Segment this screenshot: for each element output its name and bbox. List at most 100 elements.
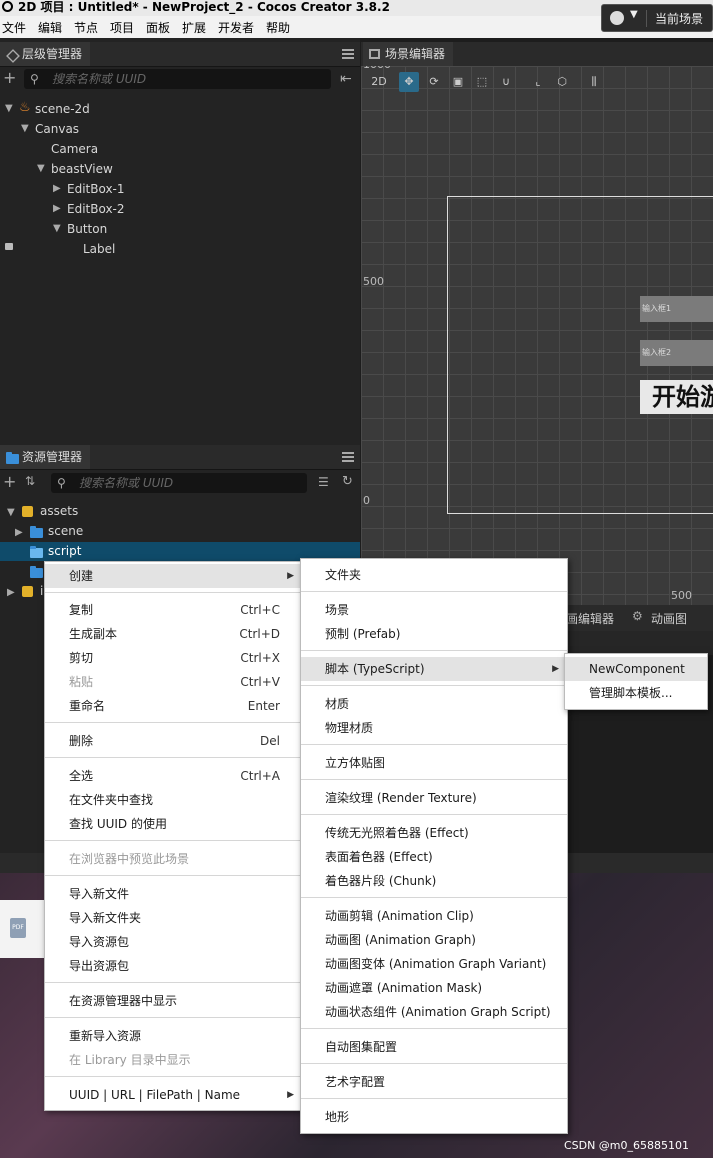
menu-node[interactable]: 节点 xyxy=(74,19,98,36)
menu-item-new-component[interactable]: NewComponent xyxy=(565,657,707,681)
tree-node-editbox2[interactable]: EditBox-2 xyxy=(67,202,125,216)
magnet-icon[interactable]: ∪ xyxy=(496,72,516,92)
rect-tool-icon[interactable]: ⬚ xyxy=(472,72,492,92)
tab-animation-editor[interactable]: 画编辑器 xyxy=(566,610,614,627)
menu-developer[interactable]: 开发者 xyxy=(218,19,254,36)
folder-icon xyxy=(6,452,19,464)
menu-item-prefab[interactable]: 预制 (Prefab) xyxy=(301,622,567,646)
menu-item-material[interactable]: 材质 xyxy=(301,692,567,716)
menu-panel[interactable]: 面板 xyxy=(146,19,170,36)
tree-node-editbox1[interactable]: EditBox-1 xyxy=(67,182,125,196)
tab-assets[interactable]: 资源管理器 xyxy=(0,445,91,469)
menu-item-typescript[interactable]: 脚本 (TypeScript) ▶ xyxy=(301,657,567,681)
expand-arrow-icon[interactable]: ▼ xyxy=(21,123,29,134)
tree-node-canvas[interactable]: Canvas xyxy=(35,122,79,136)
menu-item-import-folder[interactable]: 导入新文件夹 xyxy=(45,906,302,930)
assets-search-input[interactable]: ⚲ 搜索名称或 UUID xyxy=(51,473,307,493)
expand-arrow-icon[interactable]: ▼ xyxy=(37,163,45,174)
tree-item-scene[interactable]: scene xyxy=(48,524,83,538)
menu-item-delete[interactable]: 删除 Del xyxy=(45,729,302,753)
menu-item-animation-graph-script[interactable]: 动画状态组件 (Animation Graph Script) xyxy=(301,1000,567,1024)
menu-item-reimport[interactable]: 重新导入资源 xyxy=(45,1024,302,1048)
editbox-1-preview[interactable]: 输入框1 xyxy=(640,296,713,322)
hierarchy-search-input[interactable]: ⚲ 搜索名称或 UUID xyxy=(24,69,331,89)
move-tool-icon[interactable]: ✥ xyxy=(399,72,419,92)
menu-item-duplicate[interactable]: 生成副本 Ctrl+D xyxy=(45,622,302,646)
tree-item-assets[interactable]: assets xyxy=(40,504,78,518)
collapse-arrow-icon[interactable]: ▶ xyxy=(53,183,61,194)
2d-toggle-button[interactable]: 2D xyxy=(368,72,390,92)
current-scene-button[interactable]: ▼ 当前场景 xyxy=(601,4,713,32)
menu-item-import-file[interactable]: 导入新文件 xyxy=(45,882,302,906)
collapse-arrow-icon[interactable]: ▶ xyxy=(15,527,23,538)
menu-item-export-package[interactable]: 导出资源包 xyxy=(45,954,302,978)
cube-icon[interactable]: ⬡ xyxy=(552,72,572,92)
menu-item-animation-clip[interactable]: 动画剪辑 (Animation Clip) xyxy=(301,904,567,928)
menu-item-chunk[interactable]: 着色器片段 (Chunk) xyxy=(301,869,567,893)
menu-item-animation-mask[interactable]: 动画遮罩 (Animation Mask) xyxy=(301,976,567,1000)
menu-item-copy[interactable]: 复制 Ctrl+C xyxy=(45,598,302,622)
menu-project[interactable]: 项目 xyxy=(110,19,134,36)
menu-item-manage-templates[interactable]: 管理脚本模板... xyxy=(565,681,707,705)
pivot-icon[interactable]: ⌞ xyxy=(528,72,548,92)
menu-item-rename[interactable]: 重命名 Enter xyxy=(45,694,302,718)
menu-item-unlit-effect[interactable]: 传统无光照着色器 (Effect) xyxy=(301,821,567,845)
start-button-preview[interactable]: 开始游 xyxy=(640,380,713,414)
menu-extension[interactable]: 扩展 xyxy=(182,19,206,36)
menu-item-cubemap[interactable]: 立方体贴图 xyxy=(301,751,567,775)
menu-item-reveal-in-explorer[interactable]: 在资源管理器中显示 xyxy=(45,989,302,1013)
menu-item-select-all[interactable]: 全选 Ctrl+A xyxy=(45,764,302,788)
menu-item-show-in-library[interactable]: 在 Library 目录中显示 xyxy=(45,1048,302,1072)
hierarchy-menu-icon[interactable] xyxy=(342,49,354,59)
sort-icon[interactable]: ⇅ xyxy=(25,474,35,488)
tab-scene-editor[interactable]: 场景编辑器 xyxy=(363,42,454,66)
menu-item-paste[interactable]: 粘贴 Ctrl+V xyxy=(45,670,302,694)
expand-arrow-icon[interactable]: ▼ xyxy=(7,507,15,518)
menu-item-terrain[interactable]: 地形 xyxy=(301,1105,567,1129)
menu-item-animation-graph-variant[interactable]: 动画图变体 (Animation Graph Variant) xyxy=(301,952,567,976)
lock-icon[interactable] xyxy=(5,243,13,250)
tree-item-script[interactable]: script xyxy=(48,544,81,558)
menu-file[interactable]: 文件 xyxy=(2,19,26,36)
refresh-icon[interactable]: ↻ xyxy=(342,474,353,489)
filter-icon[interactable]: ☰ xyxy=(318,475,329,489)
expand-arrow-icon[interactable]: ▼ xyxy=(5,103,13,114)
menu-item-folder[interactable]: 文件夹 xyxy=(301,563,567,587)
menu-item-copy-path[interactable]: UUID | URL | FilePath | Name ▶ xyxy=(45,1083,302,1107)
menu-item-preview-scene[interactable]: 在浏览器中预览此场景 xyxy=(45,847,302,871)
menu-item-import-package[interactable]: 导入资源包 xyxy=(45,930,302,954)
menu-edit[interactable]: 编辑 xyxy=(38,19,62,36)
add-node-icon[interactable]: + xyxy=(3,68,16,87)
align-icon[interactable]: ⫼ xyxy=(584,72,604,92)
menu-item-find-uuid[interactable]: 查找 UUID 的使用 xyxy=(45,812,302,836)
expand-arrow-icon[interactable]: ▼ xyxy=(53,223,61,234)
collapse-all-icon[interactable]: ⇤ xyxy=(340,71,352,87)
assets-menu-icon[interactable] xyxy=(342,452,354,462)
menu-item-scene[interactable]: 场景 xyxy=(301,598,567,622)
tree-node-scene[interactable]: scene-2d xyxy=(35,102,90,116)
tab-animation-graph[interactable]: 动画图 xyxy=(651,610,687,627)
menu-item-cut[interactable]: 剪切 Ctrl+X xyxy=(45,646,302,670)
rotate-tool-icon[interactable]: ⟳ xyxy=(424,72,444,92)
scale-tool-icon[interactable]: ▣ xyxy=(448,72,468,92)
add-asset-icon[interactable]: + xyxy=(3,472,16,491)
menu-item-animation-graph[interactable]: 动画图 (Animation Graph) xyxy=(301,928,567,952)
tree-node-camera[interactable]: Camera xyxy=(51,142,98,156)
tree-node-label[interactable]: Label xyxy=(83,242,115,256)
menu-item-render-texture[interactable]: 渲染纹理 (Render Texture) xyxy=(301,786,567,810)
tab-hierarchy[interactable]: 层级管理器 xyxy=(0,42,91,66)
collapse-arrow-icon[interactable]: ▶ xyxy=(7,587,15,598)
tree-node-button[interactable]: Button xyxy=(67,222,107,236)
scene-viewport[interactable]: 1000 500 0 500 输入框1 输入框2 开始游 xyxy=(361,66,713,605)
menu-item-create[interactable]: 创建 ▶ xyxy=(45,564,302,588)
collapse-arrow-icon[interactable]: ▶ xyxy=(53,203,61,214)
tree-node-beastview[interactable]: beastView xyxy=(51,162,113,176)
tree-item-internal[interactable]: i xyxy=(40,584,43,598)
editbox-2-preview[interactable]: 输入框2 xyxy=(640,340,713,366)
menu-item-surface-effect[interactable]: 表面着色器 (Effect) xyxy=(301,845,567,869)
menu-item-auto-atlas[interactable]: 自动图集配置 xyxy=(301,1035,567,1059)
menu-item-physics-material[interactable]: 物理材质 xyxy=(301,716,567,740)
menu-item-find-in-folder[interactable]: 在文件夹中查找 xyxy=(45,788,302,812)
menu-help[interactable]: 帮助 xyxy=(266,19,290,36)
menu-item-label-atlas[interactable]: 艺术字配置 xyxy=(301,1070,567,1094)
